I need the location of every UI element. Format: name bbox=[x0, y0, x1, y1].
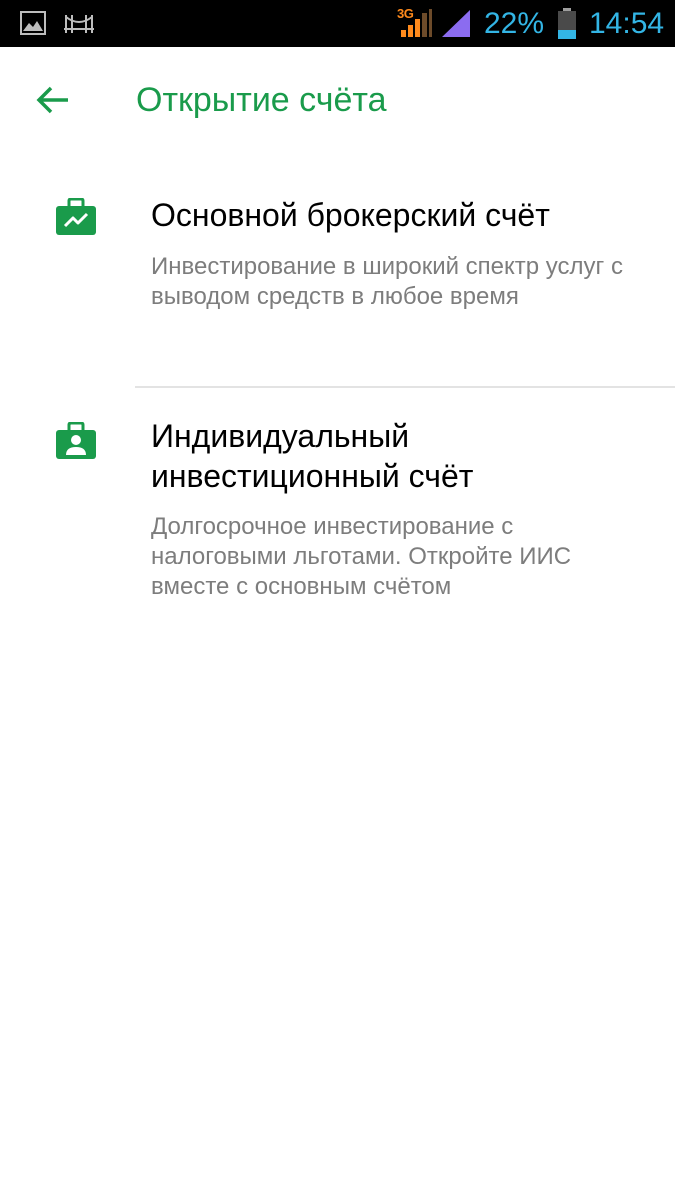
clock: 14:54 bbox=[589, 7, 665, 40]
page-title: Открытие счёта bbox=[136, 81, 387, 119]
option-title: Основной брокерский счёт bbox=[151, 197, 550, 233]
signal-icon bbox=[440, 8, 472, 43]
signal-icon bbox=[399, 8, 433, 43]
app-bar: Открытие счёта bbox=[0, 47, 675, 157]
arrow-back-icon bbox=[36, 85, 70, 120]
back-button[interactable] bbox=[28, 77, 78, 127]
battery-icon bbox=[557, 8, 577, 45]
briefcase-chart-icon bbox=[55, 197, 97, 236]
status-bar: 3G 22% 14:54 bbox=[0, 0, 675, 47]
bridge-icon bbox=[64, 11, 94, 40]
option-description: Долгосрочное инвестирование с налоговыми… bbox=[151, 513, 572, 600]
gallery-icon bbox=[20, 11, 46, 40]
option-description: Инвестирование в широкий спектр услуг с … bbox=[151, 253, 623, 310]
option-brokerage-account[interactable]: Основной брокерский счёт Инвестирование … bbox=[0, 170, 675, 387]
option-iis-account[interactable]: Индивидуальный инвестиционный счёт Долго… bbox=[0, 388, 675, 628]
briefcase-person-icon bbox=[55, 421, 97, 460]
option-title: Индивидуальный инвестиционный счёт bbox=[151, 418, 474, 494]
battery-percent: 22% bbox=[484, 7, 545, 40]
